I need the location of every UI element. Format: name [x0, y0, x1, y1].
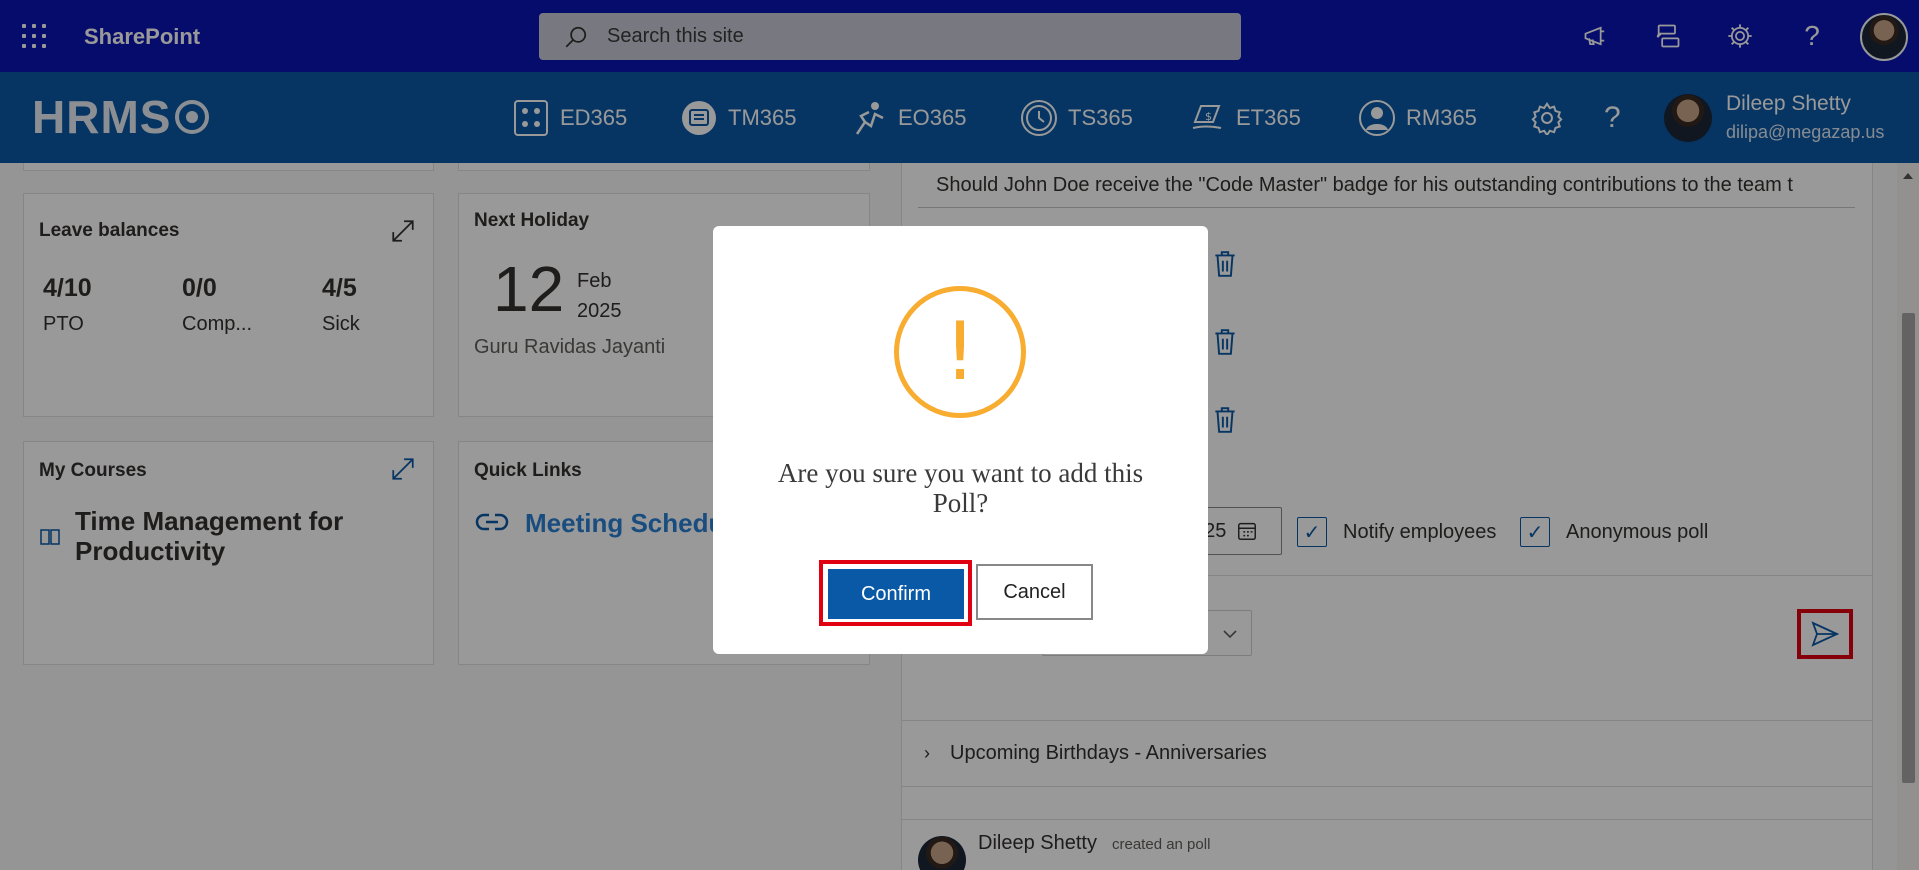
- confirm-dialog: ! Are you sure you want to add this Poll…: [713, 226, 1208, 654]
- dialog-message: Are you sure you want to add this Poll?: [777, 458, 1144, 518]
- confirm-button[interactable]: Confirm: [828, 569, 964, 619]
- warning-icon: !: [894, 286, 1026, 418]
- cancel-button[interactable]: Cancel: [976, 564, 1093, 620]
